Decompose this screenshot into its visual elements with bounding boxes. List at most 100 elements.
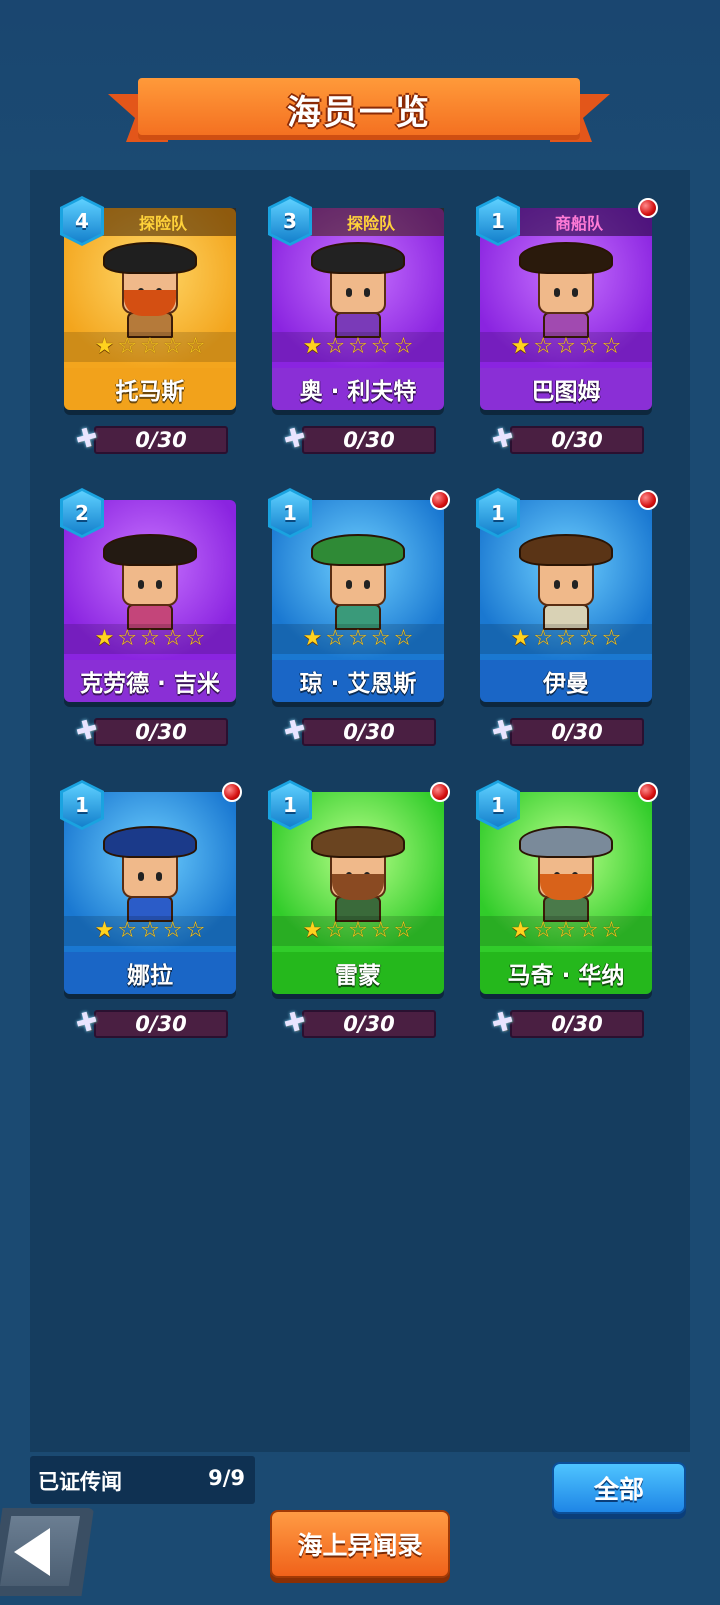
crew-name: 托马斯 bbox=[64, 368, 236, 410]
red-dot-icon bbox=[430, 490, 450, 510]
fragment-progress: 0/30 ✚ bbox=[64, 714, 236, 748]
crew-card[interactable]: ★ ☆ ☆ ☆ ☆ 琼 · 艾恩斯 1 bbox=[268, 488, 450, 702]
star-empty-icon: ☆ bbox=[185, 918, 206, 943]
star-empty-icon: ☆ bbox=[393, 334, 414, 359]
crew-card[interactable]: ★ ☆ ☆ ☆ ☆ 伊曼 1 bbox=[476, 488, 658, 702]
fragment-progress-text: 0/30 bbox=[135, 720, 187, 744]
star-empty-icon: ☆ bbox=[348, 918, 368, 943]
sea-rumor-log-button[interactable]: 海上异闻录 bbox=[270, 1510, 450, 1578]
fragment-progress-text: 0/30 bbox=[551, 1012, 603, 1036]
star-empty-icon: ☆ bbox=[533, 626, 554, 651]
star-empty-icon: ☆ bbox=[325, 918, 346, 943]
star-rating: ★ ☆ ☆ ☆ ☆ bbox=[64, 916, 236, 946]
character-portrait bbox=[95, 530, 205, 630]
character-hat bbox=[103, 242, 197, 274]
team-tag: 探险队 bbox=[298, 208, 444, 236]
filter-all-button[interactable]: 全部 bbox=[552, 1462, 686, 1514]
star-empty-icon: ☆ bbox=[162, 334, 183, 359]
character-portrait bbox=[511, 822, 621, 922]
star-filled-icon: ★ bbox=[302, 334, 323, 359]
banner-plate: 海员一览 bbox=[138, 78, 580, 140]
fragment-progress: 0/30 ✚ bbox=[272, 714, 444, 748]
character-portrait bbox=[303, 822, 413, 922]
star-rating: ★ ☆ ☆ ☆ ☆ bbox=[272, 916, 444, 946]
red-dot-icon bbox=[638, 490, 658, 510]
fragment-progress-text: 0/30 bbox=[135, 1012, 187, 1036]
fragment-progress-bar: 0/30 bbox=[510, 718, 644, 746]
character-eye bbox=[156, 580, 162, 589]
star-filled-icon: ★ bbox=[510, 918, 531, 943]
character-eye bbox=[554, 580, 560, 589]
star-empty-icon: ☆ bbox=[393, 918, 414, 943]
fragment-progress-text: 0/30 bbox=[551, 428, 603, 452]
red-dot-icon bbox=[638, 782, 658, 802]
star-empty-icon: ☆ bbox=[533, 334, 554, 359]
fragment-progress: 0/30 ✚ bbox=[272, 422, 444, 456]
fragment-progress-text: 0/30 bbox=[551, 720, 603, 744]
star-empty-icon: ☆ bbox=[117, 334, 138, 359]
star-rating: ★ ☆ ☆ ☆ ☆ bbox=[64, 624, 236, 654]
crew-card[interactable]: ★ ☆ ☆ ☆ ☆ 克劳德 · 吉米 2 bbox=[60, 488, 236, 702]
fragment-progress-text: 0/30 bbox=[343, 720, 395, 744]
character-portrait bbox=[511, 238, 621, 338]
star-empty-icon: ☆ bbox=[370, 626, 391, 651]
crew-name: 马奇 · 华纳 bbox=[480, 952, 652, 994]
crew-name: 琼 · 艾恩斯 bbox=[272, 660, 444, 702]
star-rating: ★ ☆ ☆ ☆ ☆ bbox=[480, 916, 652, 946]
back-arrow-icon bbox=[14, 1528, 50, 1576]
crew-card[interactable]: ★ ☆ ☆ ☆ ☆ 巴图姆 商船队 1 bbox=[476, 196, 658, 410]
fragment-progress: 0/30 ✚ bbox=[64, 1006, 236, 1040]
fragment-progress-bar: 0/30 bbox=[510, 1010, 644, 1038]
crew-card[interactable]: ★ ☆ ☆ ☆ ☆ 娜拉 1 bbox=[60, 780, 242, 994]
star-empty-icon: ☆ bbox=[325, 626, 346, 651]
character-hat bbox=[519, 826, 613, 858]
crew-name: 奥 · 利夫特 bbox=[272, 368, 444, 410]
fragment-progress-bar: 0/30 bbox=[510, 426, 644, 454]
star-empty-icon: ☆ bbox=[533, 918, 554, 943]
character-eye bbox=[138, 872, 144, 881]
star-filled-icon: ★ bbox=[94, 334, 115, 359]
character-portrait bbox=[95, 822, 205, 922]
crew-name: 娜拉 bbox=[64, 952, 236, 994]
character-portrait bbox=[303, 238, 413, 338]
rumor-stat-count: 9/9 bbox=[208, 1466, 245, 1490]
star-empty-icon: ☆ bbox=[185, 334, 206, 359]
crew-card[interactable]: ★ ☆ ☆ ☆ ☆ 奥 · 利夫特 探险队 3 bbox=[268, 196, 444, 410]
crew-card[interactable]: ★ ☆ ☆ ☆ ☆ 雷蒙 1 bbox=[268, 780, 450, 994]
page-title: 海员一览 bbox=[287, 92, 431, 133]
fragment-progress-bar: 0/30 bbox=[302, 718, 436, 746]
star-filled-icon: ★ bbox=[302, 626, 323, 651]
star-rating: ★ ☆ ☆ ☆ ☆ bbox=[480, 332, 652, 362]
title-banner: 海员一览 bbox=[108, 78, 610, 150]
crew-card[interactable]: ★ ☆ ☆ ☆ ☆ 马奇 · 华纳 1 bbox=[476, 780, 658, 994]
fragment-progress-text: 0/30 bbox=[135, 428, 187, 452]
star-empty-icon: ☆ bbox=[348, 334, 368, 359]
character-portrait bbox=[303, 530, 413, 630]
character-eye bbox=[156, 872, 162, 881]
crew-name: 伊曼 bbox=[480, 660, 652, 702]
star-empty-icon: ☆ bbox=[370, 918, 391, 943]
star-empty-icon: ☆ bbox=[578, 626, 599, 651]
character-eye bbox=[572, 580, 578, 589]
character-eye bbox=[364, 580, 370, 589]
fragment-progress-bar: 0/30 bbox=[302, 426, 436, 454]
fragment-progress: 0/30 ✚ bbox=[480, 714, 652, 748]
star-empty-icon: ☆ bbox=[325, 334, 346, 359]
star-empty-icon: ☆ bbox=[117, 626, 138, 651]
star-filled-icon: ★ bbox=[94, 626, 115, 651]
star-rating: ★ ☆ ☆ ☆ ☆ bbox=[272, 332, 444, 362]
star-empty-icon: ☆ bbox=[162, 626, 183, 651]
crew-card[interactable]: ★ ☆ ☆ ☆ ☆ 托马斯 探险队 4 bbox=[60, 196, 236, 410]
character-beard bbox=[124, 290, 176, 316]
star-empty-icon: ☆ bbox=[601, 918, 622, 943]
star-empty-icon: ☆ bbox=[556, 626, 576, 651]
star-empty-icon: ☆ bbox=[185, 626, 206, 651]
back-button[interactable] bbox=[0, 1508, 94, 1596]
star-empty-icon: ☆ bbox=[140, 334, 160, 359]
star-empty-icon: ☆ bbox=[140, 626, 160, 651]
team-tag: 探险队 bbox=[90, 208, 236, 236]
fragment-progress-bar: 0/30 bbox=[94, 426, 228, 454]
character-hat bbox=[103, 826, 197, 858]
fragment-progress-bar: 0/30 bbox=[94, 718, 228, 746]
star-filled-icon: ★ bbox=[94, 918, 115, 943]
